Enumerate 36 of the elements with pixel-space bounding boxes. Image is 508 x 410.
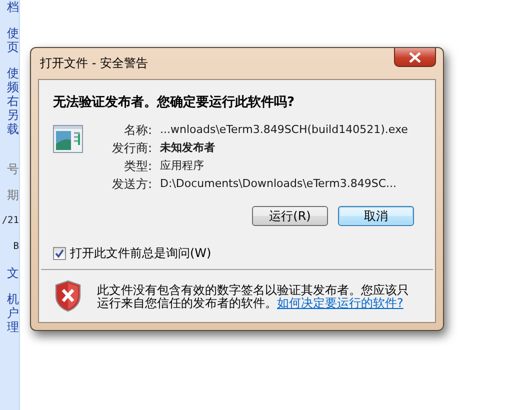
page-text: /21 <box>0 214 19 228</box>
run-button[interactable]: 运行(R) <box>252 206 328 226</box>
link-text[interactable]: 另 <box>7 108 19 122</box>
link-text[interactable]: 档 <box>7 0 19 14</box>
link-text[interactable]: 使 <box>7 66 19 80</box>
checkbox[interactable] <box>53 247 66 260</box>
page-text: B <box>12 240 19 254</box>
link-text[interactable]: 载 <box>7 122 19 136</box>
page-text: 号 <box>7 162 19 176</box>
close-button[interactable] <box>394 48 436 67</box>
field-value: 应用程序 <box>160 158 205 174</box>
warning-message: 此文件没有包含有效的数字签名以验证其发布者。您应该只运行来自您信任的发布者的软件。如何决定要运行的软件? <box>97 284 410 310</box>
window-title: 打开文件 - 安全警告 <box>39 55 148 72</box>
field-label: 发行商: <box>110 140 152 156</box>
page-text: 期 <box>7 188 19 202</box>
close-icon <box>408 52 422 62</box>
field-value: ...wnloads\eTerm3.849SCH(build140521).exe <box>160 122 408 138</box>
field-value: 未知发布者 <box>160 140 216 156</box>
application-icon <box>53 125 83 153</box>
link-text[interactable]: 频 <box>7 80 19 94</box>
link-text[interactable]: 右 <box>7 94 19 108</box>
checkbox-label[interactable]: 打开此文件前总是询问(W) <box>70 245 212 262</box>
link-text[interactable]: 理 <box>7 320 19 334</box>
field-label: 发送方: <box>110 176 152 192</box>
shield-error-icon <box>55 280 81 312</box>
link-text[interactable]: 文 <box>7 266 19 280</box>
field-label: 类型: <box>122 158 152 174</box>
field-label: 名称: <box>122 122 152 138</box>
link-text[interactable]: 机 <box>7 292 19 306</box>
link-text[interactable]: 户 <box>7 306 19 320</box>
field-value: D:\Documents\Downloads\eTerm3.849SC... <box>160 176 398 192</box>
help-link[interactable]: 如何决定要运行的软件? <box>277 296 404 310</box>
dialog-heading: 无法验证发布者。您确定要运行此软件吗? <box>53 94 296 111</box>
cancel-button[interactable]: 取消 <box>338 206 414 226</box>
link-text[interactable]: 页 <box>7 40 19 54</box>
link-text[interactable]: 使 <box>7 26 19 40</box>
